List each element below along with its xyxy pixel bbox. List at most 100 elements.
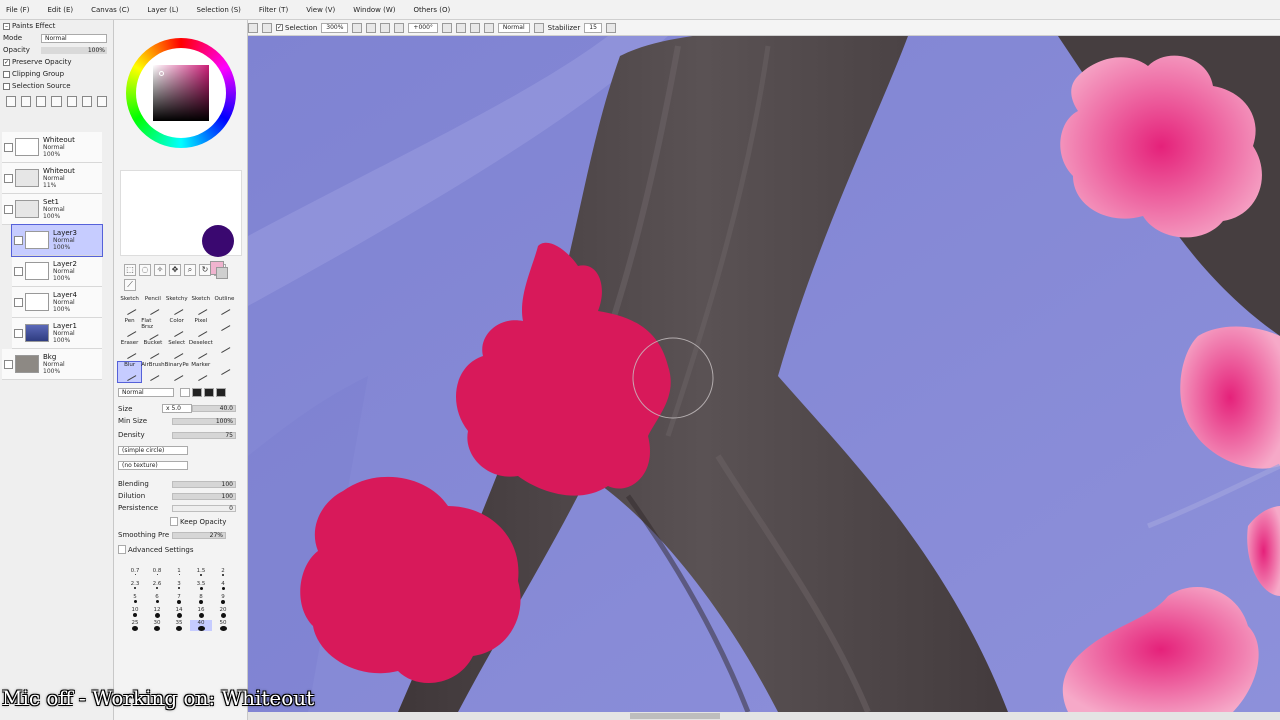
tip-size[interactable]: 35: [168, 620, 190, 631]
brush-airbrush[interactable]: AirBrush: [141, 362, 165, 382]
tip-size[interactable]: 6: [146, 594, 168, 605]
brush-empty-3[interactable]: [213, 362, 236, 382]
tip-size[interactable]: 25: [124, 620, 146, 631]
rotate-reset-button[interactable]: [469, 22, 480, 33]
shape-flat-icon[interactable]: [216, 388, 226, 397]
visibility-eye-icon[interactable]: [4, 173, 13, 183]
layer-item[interactable]: Layer1 Normal 100%: [12, 318, 102, 349]
brush-sketch[interactable]: Sketch: [118, 296, 141, 316]
visibility-eye-icon[interactable]: [4, 204, 13, 214]
zoom-icon[interactable]: ⌕: [184, 264, 196, 276]
tip-size[interactable]: 20: [212, 607, 234, 618]
brush-empty-2[interactable]: [213, 340, 236, 360]
deselect-button[interactable]: [248, 22, 258, 33]
background-color[interactable]: [216, 267, 228, 279]
clear-layer-icon[interactable]: [81, 96, 92, 107]
brush-marker[interactable]: Marker: [189, 362, 213, 382]
merge-down-icon[interactable]: [66, 96, 77, 107]
tip-size[interactable]: 5: [124, 594, 146, 605]
eyedropper-icon[interactable]: ⟋: [124, 279, 136, 291]
brush-binary-pen[interactable]: BinaryPe: [165, 362, 189, 382]
tip-size[interactable]: 7: [168, 594, 190, 605]
preserve-opacity-option[interactable]: ✓ Preserve Opacity: [0, 56, 113, 68]
visibility-eye-icon[interactable]: [14, 297, 23, 307]
layer-item[interactable]: Whiteout Normal 100%: [2, 132, 102, 163]
tip-size[interactable]: 3: [168, 581, 190, 592]
color-wheel[interactable]: [126, 38, 236, 148]
transfer-down-icon[interactable]: [51, 96, 62, 107]
fg-bg-colors[interactable]: [210, 261, 230, 279]
advanced-settings-toggle[interactable]: Advanced Settings: [118, 545, 194, 554]
menu-others[interactable]: Others (O): [414, 6, 451, 14]
size-slider[interactable]: 40.0: [192, 405, 236, 412]
layer-item[interactable]: Whiteout Normal 11%: [2, 163, 102, 194]
tip-size[interactable]: 50: [212, 620, 234, 631]
tip-size[interactable]: 9: [212, 594, 234, 605]
layer-item[interactable]: Layer4 Normal 100%: [12, 287, 102, 318]
tip-size[interactable]: 1: [168, 568, 190, 579]
visibility-eye-icon[interactable]: [4, 359, 13, 369]
stabilizer-dropdown[interactable]: [605, 22, 616, 33]
rotate-left-button[interactable]: [441, 22, 452, 33]
layer-item[interactable]: Bkg Normal 100%: [2, 349, 102, 380]
zoom-out-button[interactable]: [366, 22, 377, 33]
paints-effect-header[interactable]: – Paints Effect: [0, 20, 113, 32]
shape-hard-icon[interactable]: [204, 388, 214, 397]
brush-shape-select[interactable]: (simple circle): [118, 446, 188, 455]
blending-slider[interactable]: 100: [172, 480, 236, 488]
brush-empty[interactable]: [213, 318, 236, 338]
shape-round-icon[interactable]: [180, 388, 190, 397]
color-picker-handle[interactable]: [159, 71, 164, 76]
visibility-eye-icon[interactable]: [4, 142, 13, 152]
clipping-group-option[interactable]: Clipping Group: [0, 68, 113, 80]
zoom-fit-button[interactable]: [394, 22, 405, 33]
brush-pencil[interactable]: Pencil: [141, 296, 164, 316]
tip-size[interactable]: 12: [146, 607, 168, 618]
menu-layer[interactable]: Layer (L): [147, 6, 178, 14]
menu-file[interactable]: File (F): [6, 6, 29, 14]
layer-item-selected[interactable]: Layer3 Normal 100%: [11, 224, 103, 257]
brush-pixel[interactable]: Pixel: [189, 318, 213, 338]
current-color-swatch[interactable]: [202, 225, 234, 257]
zoom-field[interactable]: 300%: [321, 22, 349, 33]
scrollbar-thumb[interactable]: [630, 713, 720, 719]
rotation-field[interactable]: +000°: [408, 22, 438, 33]
new-folder-icon[interactable]: [36, 96, 47, 107]
rotate-right-button[interactable]: [455, 22, 466, 33]
magic-wand-icon[interactable]: ✧: [154, 264, 166, 276]
tip-size[interactable]: 2: [212, 568, 234, 579]
size-multiplier[interactable]: x 5.0: [162, 404, 192, 413]
shape-soft-icon[interactable]: [192, 388, 202, 397]
visibility-eye-icon[interactable]: [14, 235, 23, 245]
blend-mode-field[interactable]: Normal: [497, 22, 530, 33]
tip-size[interactable]: 10: [124, 607, 146, 618]
brush-sketch-2[interactable]: Sketch: [189, 296, 213, 316]
layer-item[interactable]: Layer2 Normal 100%: [12, 256, 102, 287]
menu-window[interactable]: Window (W): [353, 6, 395, 14]
tip-size[interactable]: 2.6: [146, 581, 168, 592]
persistence-slider[interactable]: 0: [172, 504, 236, 512]
invert-selection-button[interactable]: [262, 22, 272, 33]
rect-select-icon[interactable]: ⬚: [124, 264, 136, 276]
tip-size[interactable]: 0.7: [124, 568, 146, 579]
menu-selection[interactable]: Selection (S): [197, 6, 241, 14]
new-linework-layer-icon[interactable]: [21, 96, 32, 107]
zoom-in-button[interactable]: [352, 22, 363, 33]
tip-size[interactable]: 30: [146, 620, 168, 631]
visibility-eye-icon[interactable]: [14, 328, 23, 338]
tip-size[interactable]: 8: [190, 594, 212, 605]
smoothing-slider[interactable]: 27%: [172, 531, 226, 539]
move-icon[interactable]: ✥: [169, 264, 181, 276]
blend-mode-dropdown[interactable]: [533, 22, 544, 33]
tip-size[interactable]: 3.5: [190, 581, 212, 592]
brush-color[interactable]: Color: [165, 318, 189, 338]
drawing-canvas[interactable]: [248, 36, 1280, 712]
tip-size[interactable]: 16: [190, 607, 212, 618]
tip-size[interactable]: 2.3: [124, 581, 146, 592]
keep-opacity-option[interactable]: Keep Opacity: [170, 517, 226, 526]
menu-edit[interactable]: Edit (E): [47, 6, 73, 14]
brush-bucket[interactable]: Bucket: [141, 340, 164, 360]
layer-opacity-slider[interactable]: 100%: [41, 46, 107, 54]
tip-size-selected[interactable]: 40: [190, 620, 212, 631]
new-layer-icon[interactable]: [6, 96, 17, 107]
